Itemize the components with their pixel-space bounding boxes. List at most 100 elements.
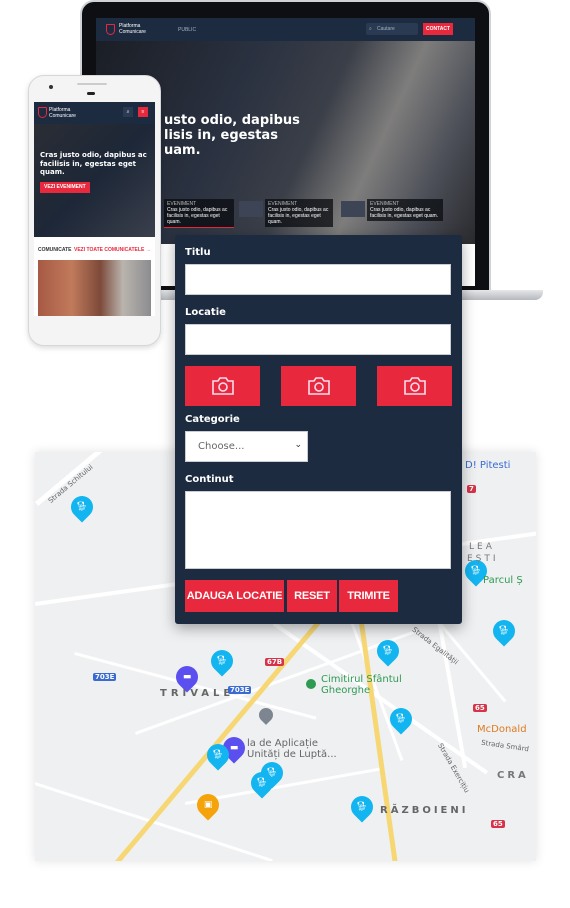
category-label: Categorie — [185, 414, 240, 425]
contact-button[interactable]: CONTACT — [423, 23, 453, 35]
route-shield: 703E — [228, 686, 252, 694]
view-all-link[interactable]: VEZI TOATE COMUNICATELE → — [74, 247, 151, 253]
phone-hero: Cras justo odio, dapibus ac facilisis in… — [34, 124, 155, 237]
dog-icon: 🐕︎ — [216, 656, 228, 666]
category-select[interactable]: Choose... ⌄ — [185, 431, 308, 462]
dog-marker-pin[interactable]: 🐕︎ — [346, 791, 378, 823]
map-label: McDonald — [477, 724, 527, 735]
dog-icon: 🐕︎ — [356, 802, 368, 812]
camera-icon — [307, 377, 330, 395]
reset-button[interactable]: RESET — [287, 580, 337, 612]
dog-icon: 🐕︎ — [382, 646, 394, 656]
menu-icon[interactable]: ≡ — [138, 107, 148, 117]
view-event-button[interactable]: VEZI EVENIMENT — [40, 182, 90, 193]
map-label: LEA — [469, 542, 495, 552]
card-tag: EVENIMENT — [167, 201, 197, 207]
phone-screen: Platforma Comunicare ⌕ ≡ Cras justo odio,… — [34, 102, 155, 316]
route-shield: 67B — [265, 658, 285, 666]
camera-icon — [211, 377, 234, 395]
content-label: Continut — [185, 474, 234, 485]
search-placeholder: Cautare — [377, 26, 395, 32]
news-card[interactable]: EVENIMENT Cras justo odio, dapibus ac fac… — [367, 199, 443, 221]
map-label: Gheorghe — [321, 685, 371, 696]
search-input[interactable]: ⌕ Cautare — [366, 23, 418, 35]
search-icon[interactable]: ⌕ — [123, 107, 133, 117]
location-input[interactable] — [185, 324, 451, 355]
route-shield: 65 — [473, 704, 487, 712]
phone-camera — [49, 85, 53, 89]
map-label: Parcul Ș — [483, 575, 523, 586]
news-image — [38, 260, 151, 316]
laptop-navbar: Platforma Comunicare PUBLIC ⌕ Cautare CONT… — [96, 18, 475, 41]
news-thumbnail — [239, 201, 263, 217]
card-tag: EVENIMENT — [370, 201, 400, 207]
map-label-school: la de Aplicație Unități de Luptă... — [247, 738, 337, 760]
nav-link-public[interactable]: PUBLIC — [178, 27, 196, 33]
route-shield: 703E — [93, 673, 117, 681]
route-shield: 7 — [467, 485, 476, 493]
photo-upload-button-1[interactable] — [185, 366, 260, 406]
dog-marker-pin[interactable]: 🐕︎ — [206, 645, 238, 677]
dog-icon: 🐕︎ — [395, 714, 407, 724]
hero-title: usto odio, dapibus lisis in, egestas uam… — [164, 113, 300, 158]
map-label: Strada Egalității — [410, 625, 460, 667]
card-text: Cras justo odio, dapibus ac facilisis in… — [167, 207, 228, 225]
photo-upload-button-2[interactable] — [281, 366, 356, 406]
logo-line-2: Comunicare — [49, 113, 76, 119]
map-label: EȘTI — [467, 554, 499, 564]
building-icon: ▣ — [203, 800, 213, 811]
submit-button[interactable]: TRIMITE — [339, 580, 398, 612]
logo-text: Platforma Comunicare — [119, 23, 146, 35]
car-icon: ▬ — [182, 672, 192, 683]
card-text: Cras justo odio, dapibus ac facilisis in… — [370, 207, 439, 219]
car-icon: ▬ — [229, 743, 239, 754]
title-label: Titlu — [185, 247, 211, 258]
park-pin-icon — [306, 679, 316, 689]
map-label: D! Pitesti — [465, 460, 511, 471]
card-tag: EVENIMENT — [268, 201, 298, 207]
phone-sensor — [87, 92, 95, 95]
chevron-down-icon: ⌄ — [294, 440, 302, 450]
add-location-button[interactable]: ADAUGA LOCATIE — [185, 580, 284, 612]
search-icon: ⌕ — [369, 26, 372, 32]
map-label: TRIVALE — [160, 688, 235, 699]
map-label: la de Aplicație — [247, 738, 318, 749]
news-card[interactable]: EVENIMENT Cras justo odio, dapibus ac fac… — [164, 199, 234, 228]
logo-line-2: Comunicare — [119, 29, 146, 35]
dog-icon: 🐕︎ — [212, 750, 224, 760]
map-label: Cimitirul Sfântul — [321, 674, 402, 685]
card-text: Cras justo odio, dapibus ac facilisis in… — [268, 207, 329, 225]
hero-title: Cras justo odio, dapibus ac facilisis in… — [40, 151, 147, 176]
news-card[interactable]: EVENIMENT Cras justo odio, dapibus ac fac… — [265, 199, 333, 227]
dog-marker-pin[interactable]: 🐕︎ — [66, 491, 98, 523]
other-marker-pin[interactable]: ▣ — [192, 789, 224, 821]
add-report-form: Titlu Locatie Categorie Choose... ⌄ Cont… — [175, 235, 462, 624]
map-label: RĂZBOIENI — [380, 805, 469, 816]
route-shield: 65 — [491, 820, 505, 828]
map-label: Unități de Luptă... — [247, 749, 337, 760]
title-input[interactable] — [185, 264, 451, 295]
camera-icon — [403, 377, 426, 395]
photo-upload-button-3[interactable] — [377, 366, 452, 406]
arrow-right-icon: → — [145, 247, 151, 253]
logo-icon — [38, 107, 47, 118]
phone-mockup: Platforma Comunicare ⌕ ≡ Cras justo odio,… — [28, 75, 161, 346]
phone-navbar: Platforma Comunicare ⌕ ≡ — [34, 102, 155, 124]
dog-icon: 🐕︎ — [256, 778, 268, 788]
map-label-cemetery: Cimitirul Sfântul Gheorghe — [321, 674, 402, 696]
dog-marker-pin[interactable]: 🐕︎ — [372, 635, 404, 667]
map-label: Strada Smârd — [480, 738, 530, 754]
content-textarea[interactable] — [185, 491, 451, 569]
location-label: Locatie — [185, 307, 226, 318]
logo-icon — [106, 24, 115, 35]
dog-icon: 🐕︎ — [470, 566, 482, 576]
phone-speaker — [77, 83, 107, 85]
dog-marker-pin[interactable]: 🐕︎ — [488, 615, 520, 647]
dog-icon: 🐕︎ — [498, 626, 510, 636]
view-all-label: VEZI TOATE COMUNICATELE — [74, 247, 145, 253]
news-thumbnail — [341, 201, 365, 217]
dog-icon: 🐕︎ — [76, 502, 88, 512]
map-label: CRA — [497, 770, 529, 781]
section-title: COMUNICATE — [38, 247, 72, 253]
category-selected-value: Choose... — [198, 441, 245, 452]
